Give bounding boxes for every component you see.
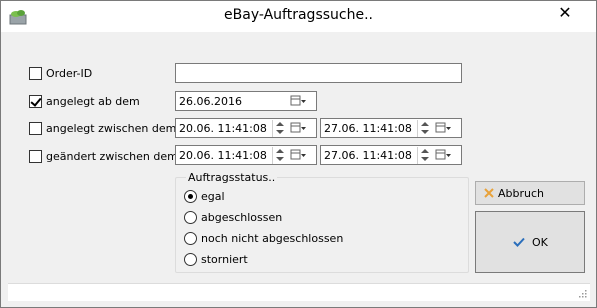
checkmark-icon — [513, 237, 525, 247]
status-radio-completed[interactable] — [184, 211, 197, 224]
calendar-dropdown-icon[interactable] — [435, 121, 451, 135]
created-between-from-value: 20.06. 11:41:08 — [179, 122, 267, 135]
status-radio-cancelled[interactable] — [184, 253, 197, 266]
changed-between-to-field[interactable]: 27.06. 11:41:08 — [320, 145, 462, 165]
ok-button-label: OK — [532, 236, 548, 249]
created-since-label: angelegt ab dem — [46, 95, 140, 108]
order-id-label: Order-ID — [46, 67, 93, 80]
created-between-from-field[interactable]: 20.06. 11:41:08 — [175, 118, 317, 138]
calendar-dropdown-icon[interactable] — [435, 148, 451, 162]
title-bar: eBay-Auftragssuche.. ✕ — [1, 1, 596, 32]
calendar-dropdown-icon[interactable] — [290, 94, 306, 108]
order-id-input[interactable] — [175, 63, 462, 83]
spin-buttons[interactable] — [272, 120, 287, 137]
dialog-body: Order-ID angelegt ab dem 26.06.2016 ange… — [8, 32, 590, 302]
close-button[interactable]: ✕ — [542, 2, 588, 26]
status-radio-any[interactable] — [184, 190, 197, 203]
close-icon: ✕ — [558, 3, 572, 22]
cancel-button[interactable]: Abbruch — [475, 181, 585, 205]
window-title: eBay-Auftragssuche.. — [224, 7, 373, 23]
changed-between-from-value: 20.06. 11:41:08 — [179, 149, 267, 162]
search-dialog: eBay-Auftragssuche.. ✕ Order-ID angelegt… — [0, 0, 597, 308]
changed-between-to-value: 27.06. 11:41:08 — [324, 149, 412, 162]
created-between-to-value: 27.06. 11:41:08 — [324, 122, 412, 135]
created-since-checkbox[interactable] — [29, 95, 42, 108]
ok-button[interactable]: OK — [475, 211, 585, 273]
created-between-label: angelegt zwischen dem — [46, 122, 177, 135]
changed-between-checkbox[interactable] — [29, 150, 42, 163]
changed-between-label: geändert zwischen dem — [46, 150, 178, 163]
order-id-checkbox[interactable] — [29, 67, 42, 80]
status-label-not-completed: noch nicht abgeschlossen — [201, 232, 344, 245]
created-since-date-field[interactable]: 26.06.2016 — [175, 91, 317, 111]
calendar-dropdown-icon[interactable] — [290, 121, 306, 135]
changed-between-from-field[interactable]: 20.06. 11:41:08 — [175, 145, 317, 165]
spin-buttons[interactable] — [272, 147, 287, 164]
status-label-completed: abgeschlossen — [201, 211, 283, 224]
order-status-group-title: Auftragsstatus.. — [186, 171, 278, 184]
status-label-any: egal — [201, 190, 225, 203]
x-icon — [484, 188, 494, 198]
spin-buttons[interactable] — [417, 120, 432, 137]
created-between-to-field[interactable]: 27.06. 11:41:08 — [320, 118, 462, 138]
status-label-cancelled: storniert — [201, 253, 248, 266]
resize-grip-icon[interactable] — [577, 288, 587, 298]
created-since-date-value: 26.06.2016 — [179, 95, 242, 108]
created-between-checkbox[interactable] — [29, 122, 42, 135]
cancel-button-label: Abbruch — [498, 187, 545, 200]
calendar-dropdown-icon[interactable] — [290, 148, 306, 162]
spin-buttons[interactable] — [417, 147, 432, 164]
status-radio-not-completed[interactable] — [184, 232, 197, 245]
status-bar — [8, 283, 590, 301]
